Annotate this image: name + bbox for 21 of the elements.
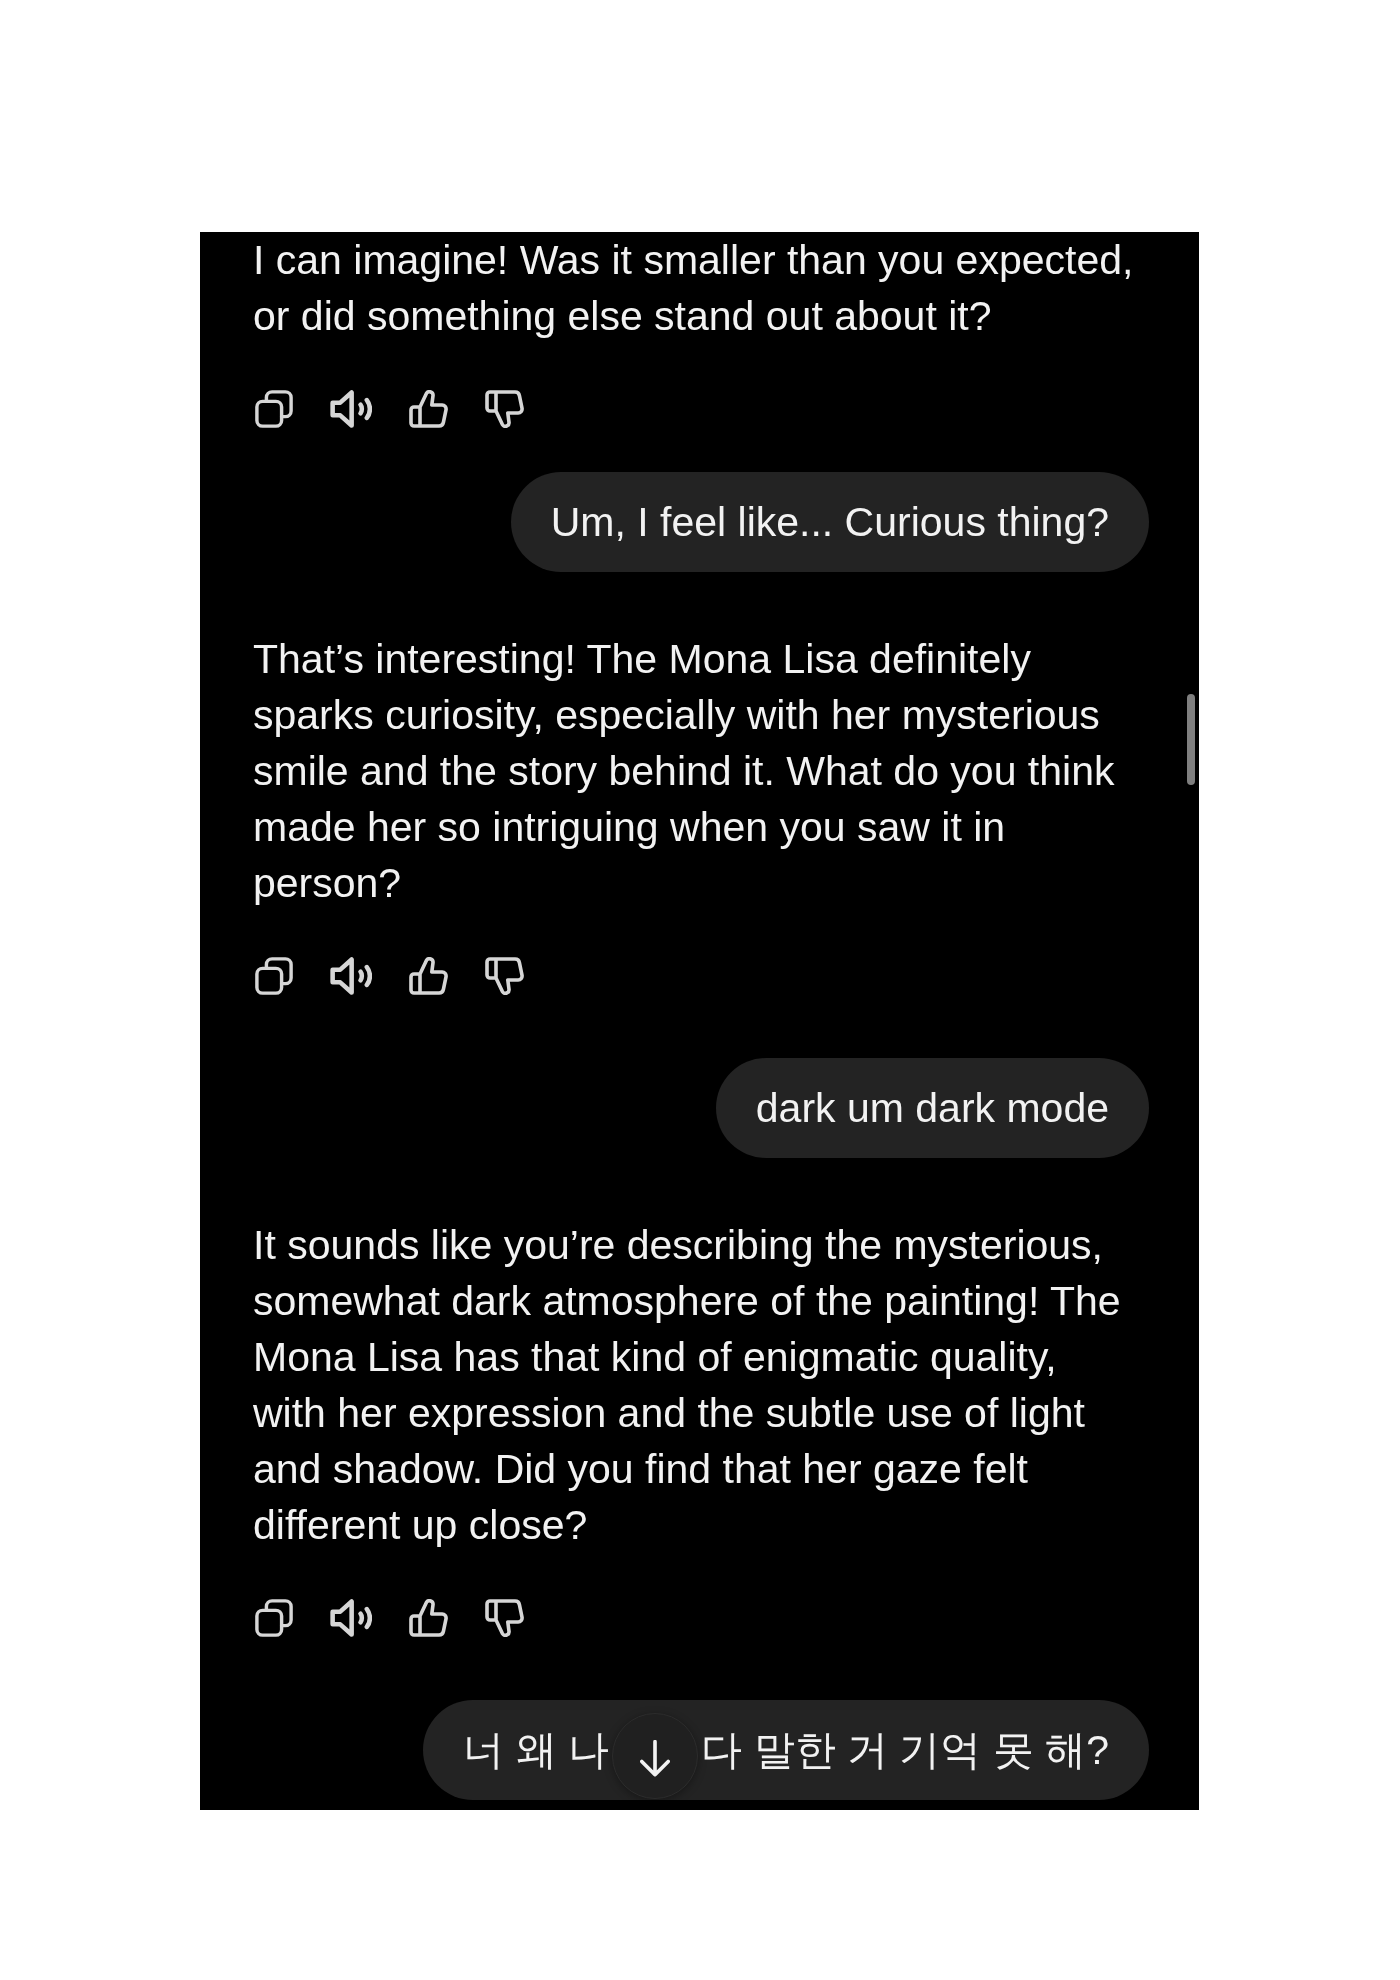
- thumbs-down-icon[interactable]: [485, 957, 524, 995]
- arrow-down-icon: [640, 1740, 671, 1778]
- thumbs-up-icon[interactable]: [409, 957, 448, 995]
- copy-icon[interactable]: [255, 1599, 293, 1637]
- assistant-message-text: That’s interesting! The Mona Lisa definitely sparks curiosity, especially with her mysterious smile and the story behind it. What do you think made her so intriguing when you saw it in person?: [253, 635, 1116, 908]
- copy-icon[interactable]: [255, 957, 293, 995]
- thumbs-up-icon[interactable]: [409, 1599, 448, 1637]
- message-text: 너 왜 나: [463, 1726, 610, 1775]
- thumbs-up-icon[interactable]: [409, 390, 448, 428]
- assistant-message-text: It sounds like you’re describing the mysterious, somewhat dark atmosphere of the painting! The Mona Lisa has that kind of enigmatic quality, with her expression and the subtle use of light and shadow. Did you find that her gaze felt different up close?: [253, 1221, 1122, 1550]
- message-text: 다 말한 거 기억 못 해?: [701, 1726, 1109, 1775]
- speaker-icon[interactable]: [330, 957, 372, 995]
- speaker-icon[interactable]: [330, 390, 372, 428]
- speaker-icon[interactable]: [330, 1599, 372, 1637]
- message-text: Um, I feel like... Curious thing?: [550, 498, 1109, 547]
- thumbs-down-icon[interactable]: [485, 390, 524, 428]
- assistant-message-text: I can imagine! Was it smaller than you expected, or did something else stand out about it?: [253, 236, 1135, 341]
- thumbs-down-icon[interactable]: [485, 1599, 524, 1637]
- copy-icon[interactable]: [255, 390, 293, 428]
- scrollbar-thumb[interactable]: [1187, 694, 1195, 785]
- message-text: dark um dark mode: [755, 1084, 1109, 1133]
